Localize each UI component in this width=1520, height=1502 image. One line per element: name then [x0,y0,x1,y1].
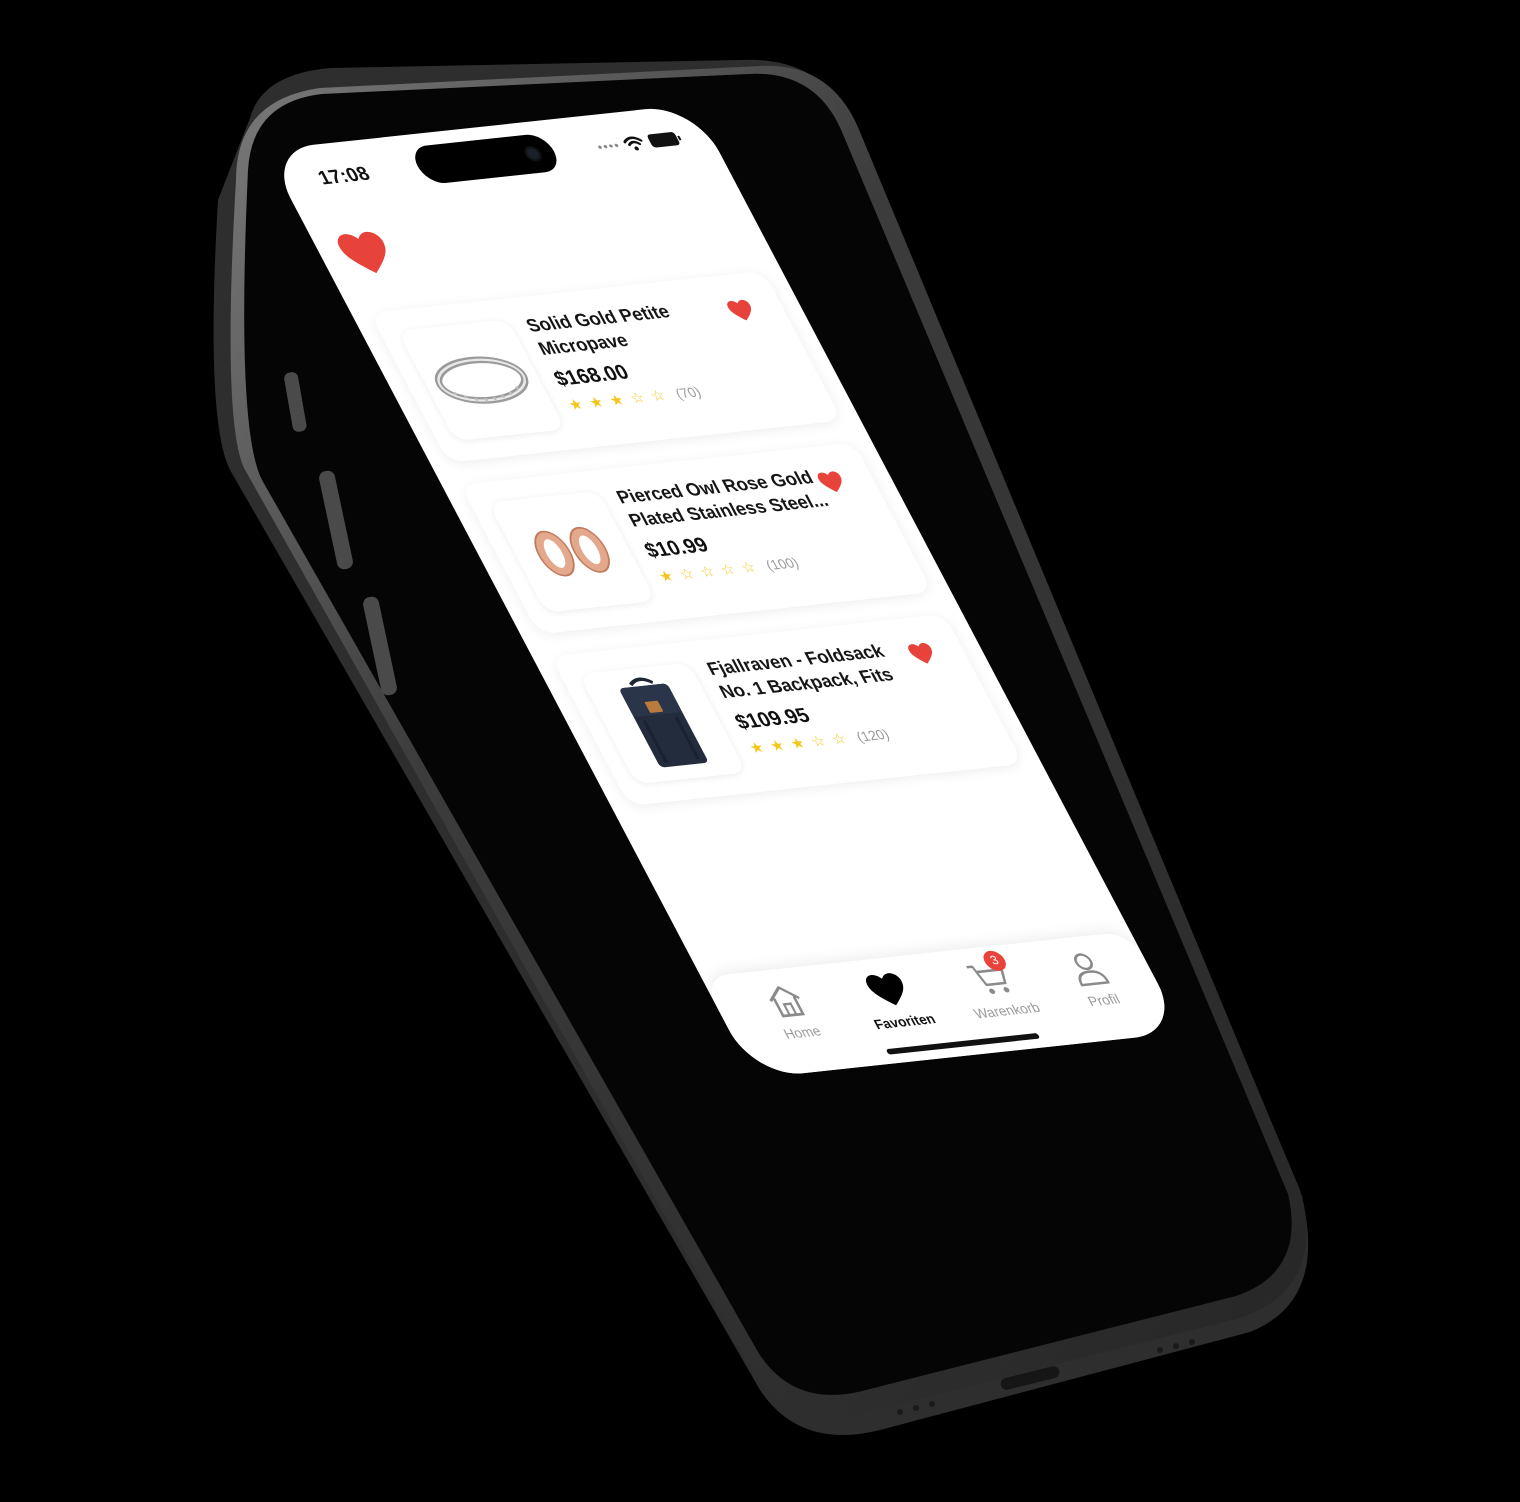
review-count: (70) [672,383,704,402]
review-count: (120) [853,726,893,745]
signal-icon [597,143,619,149]
favorite-card[interactable]: Pierced Owl Rose Gold Plated Stainless S… [460,442,933,635]
star-empty-icon: ☆ [646,386,669,405]
star-empty-icon: ☆ [737,558,759,577]
tab-favorites-label: Favoriten [870,1010,939,1033]
heart-icon [865,973,904,1006]
front-camera-icon [521,145,545,163]
tab-home-label: Home [780,1022,825,1043]
review-count: (100) [762,554,802,574]
star-filled-icon: ★ [766,736,788,755]
star-filled-icon: ★ [745,738,768,757]
tab-favorites[interactable]: Favoriten [835,967,953,1034]
cart-icon-wrapper: 3 [962,949,1018,998]
star-empty-icon: ☆ [626,388,648,407]
tab-cart-label: Warenkorb [970,999,1044,1022]
profile-icon [1074,953,1110,987]
status-time: 17:08 [314,162,374,189]
star-filled-icon: ★ [564,395,587,414]
status-indicators [594,131,681,155]
tab-home[interactable]: Home [732,978,850,1045]
tab-profile-label: Profil [1084,990,1123,1010]
star-empty-icon: ☆ [716,560,739,579]
home-icon [769,986,806,1018]
ring-icon [434,356,529,404]
star-empty-icon: ☆ [807,731,829,750]
tab-profile[interactable]: Profil [1034,946,1152,1013]
star-empty-icon: ☆ [675,564,698,583]
tab-cart[interactable]: 3 Warenkorb [937,949,1055,1023]
star-empty-icon: ☆ [827,729,850,748]
heart-icon [337,231,386,274]
battery-icon [646,131,681,148]
favorite-card[interactable]: Solid Gold Petite Micropave $168.00 ★ ★ … [369,270,843,463]
star-empty-icon: ☆ [696,562,718,581]
star-filled-icon: ★ [786,734,809,753]
star-filled-icon: ★ [585,393,607,412]
star-filled-icon: ★ [605,390,628,409]
favorite-card[interactable]: Fjallraven - Foldsack No. 1 Backpack, Fi… [550,614,1024,806]
backpack-icon [620,677,708,768]
earrings-icon [534,526,610,577]
star-filled-icon: ★ [655,566,677,585]
wifi-icon [623,135,643,150]
dynamic-island [407,132,564,185]
